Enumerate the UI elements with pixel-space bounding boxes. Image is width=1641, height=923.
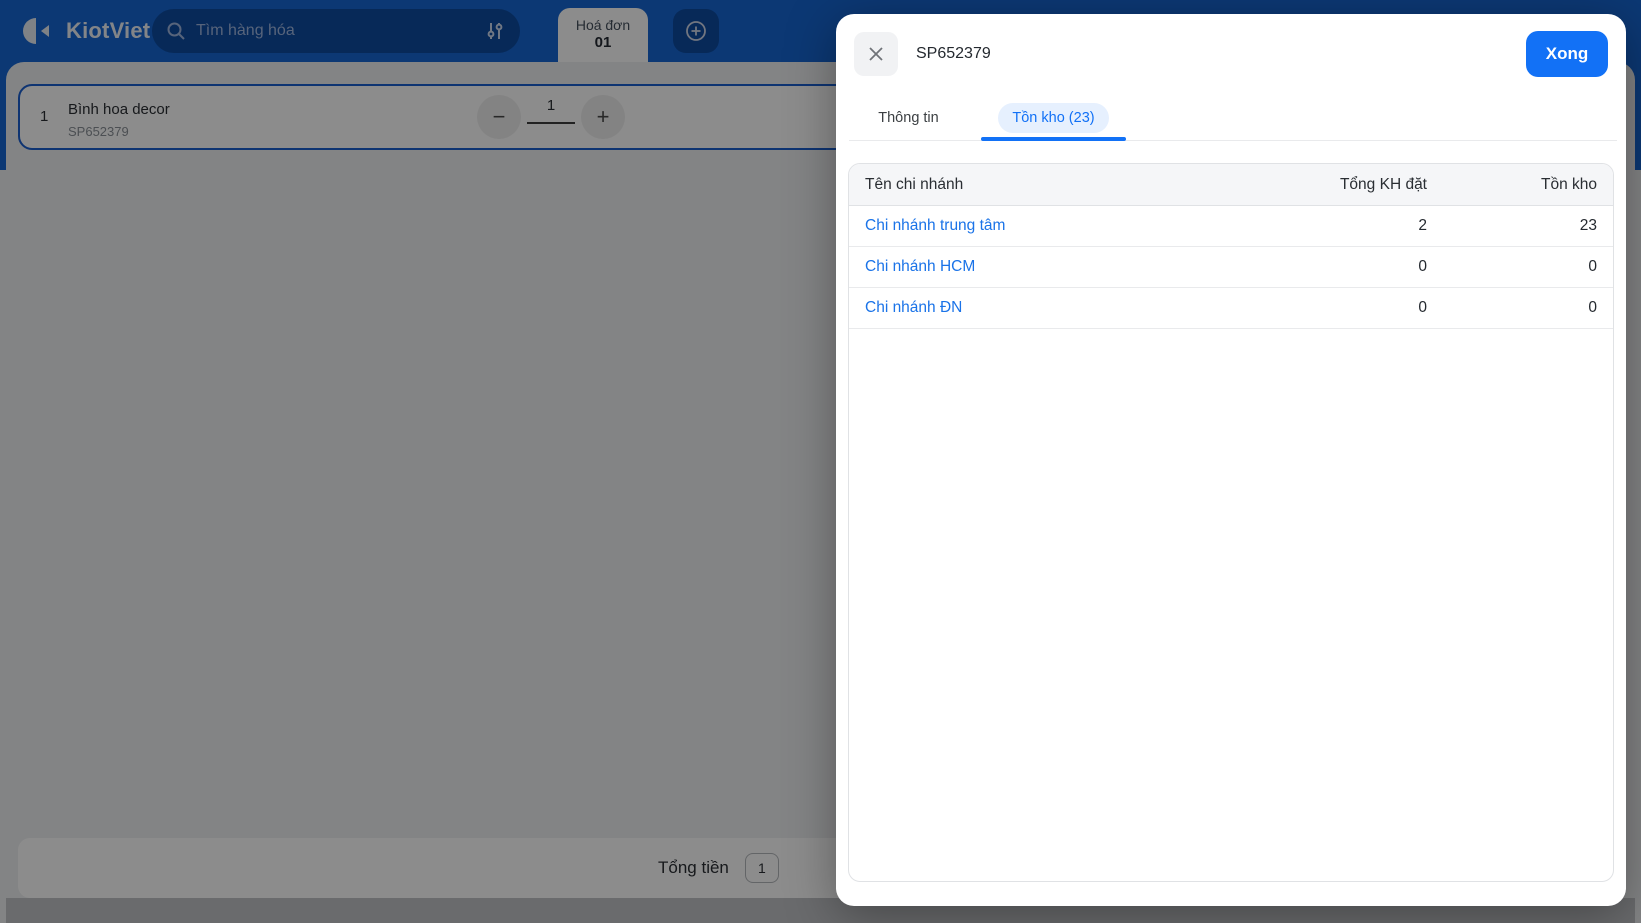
close-icon bbox=[867, 45, 885, 63]
tab-thong-tin[interactable]: Thông tin bbox=[836, 94, 981, 141]
cell-kh-dat: 0 bbox=[1418, 299, 1427, 316]
modal-tabs: Thông tin Tồn kho (23) bbox=[836, 94, 1626, 141]
product-detail-modal: SP652379 Xong Thông tin Tồn kho (23) Tên… bbox=[836, 14, 1626, 906]
cell-kh-dat: 2 bbox=[1418, 217, 1427, 234]
pos-screen: KiotViet Tìm hàng hóa Hoá đơn 01 1 Bình … bbox=[0, 0, 1641, 923]
header-branch-name: Tên chi nhánh bbox=[865, 175, 964, 193]
branch-link[interactable]: Chi nhánh HCM bbox=[865, 258, 975, 275]
close-modal-button[interactable] bbox=[854, 32, 898, 76]
cell-ton-kho: 23 bbox=[1579, 217, 1597, 234]
header-stock: Tồn kho bbox=[1540, 175, 1597, 193]
stock-table-header: Tên chi nhánh Tổng KH đặt Tồn kho bbox=[849, 164, 1613, 206]
stock-table: Tên chi nhánh Tổng KH đặt Tồn kho Chi nh… bbox=[848, 163, 1614, 882]
table-row: Chi nhánh ĐN 0 0 bbox=[849, 288, 1613, 329]
cell-kh-dat: 0 bbox=[1418, 258, 1427, 275]
tab-ton-kho-label: Tồn kho (23) bbox=[998, 102, 1109, 133]
table-row: Chi nhánh HCM 0 0 bbox=[849, 247, 1613, 288]
branch-link[interactable]: Chi nhánh ĐN bbox=[865, 299, 962, 316]
header-customer-orders: Tổng KH đặt bbox=[1339, 175, 1427, 193]
tab-ton-kho[interactable]: Tồn kho (23) bbox=[981, 94, 1126, 141]
modal-header: SP652379 Xong bbox=[836, 14, 1626, 94]
branch-link[interactable]: Chi nhánh trung tâm bbox=[865, 217, 1005, 234]
active-tab-underline bbox=[981, 137, 1126, 141]
tab-thong-tin-label: Thông tin bbox=[878, 109, 939, 126]
done-button[interactable]: Xong bbox=[1526, 31, 1608, 77]
cell-ton-kho: 0 bbox=[1588, 299, 1597, 316]
cell-ton-kho: 0 bbox=[1588, 258, 1597, 275]
modal-title: SP652379 bbox=[916, 45, 991, 62]
table-row: Chi nhánh trung tâm 2 23 bbox=[849, 206, 1613, 247]
